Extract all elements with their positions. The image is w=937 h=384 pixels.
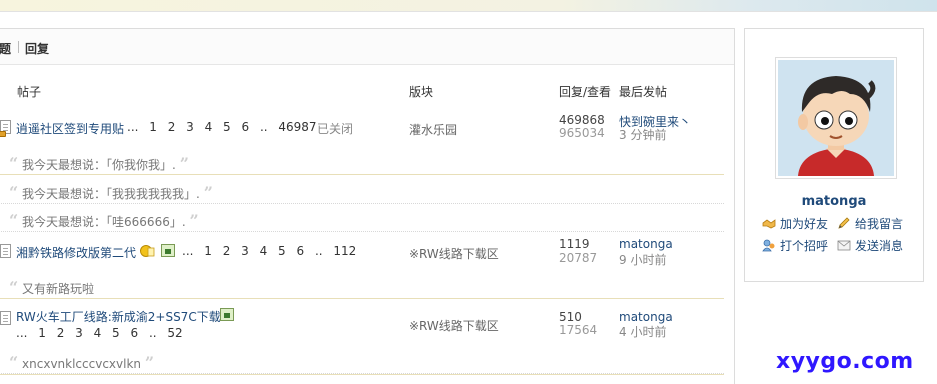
thread-view-count: 17564: [559, 323, 598, 337]
column-header-forum: 版块: [409, 85, 434, 99]
last-post-time[interactable]: 3 分钟前: [619, 126, 666, 143]
quote-text: 我今天最想说：「哇666666」.: [22, 215, 186, 229]
last-poster-link[interactable]: matonga: [619, 237, 673, 251]
avatar[interactable]: [775, 57, 897, 179]
pencil-icon: [838, 217, 850, 229]
row-divider: [0, 174, 724, 175]
last-post-time[interactable]: 9 小时前: [619, 251, 666, 268]
thread-reply-count: 510: [559, 310, 582, 324]
thread-document-icon: [0, 311, 11, 325]
column-header-thread: 帖子: [17, 85, 42, 99]
thread-pagination[interactable]: ... 1 2 3 4 5 6 .. 112: [182, 244, 356, 258]
thread-reply-count: 469868: [559, 113, 605, 127]
envelope-icon: [837, 240, 851, 251]
leave-message-button[interactable]: 给我留言: [837, 215, 903, 232]
thread-forum-link[interactable]: ※RW线路下载区: [409, 317, 499, 334]
greeting-icon: [762, 239, 775, 252]
tab-replies[interactable]: 回复: [25, 40, 49, 57]
open-quote-icon: “: [9, 278, 19, 297]
open-quote-icon: “: [9, 353, 19, 372]
thread-list-panel: 题 回复 帖子 版块 回复/查看 最后发帖 逍遥社区签到专用贴 ... 1 2 …: [0, 28, 735, 384]
tab-separator: [18, 41, 19, 53]
column-header-last-post: 最后发帖: [619, 85, 668, 99]
tab-bar: 题 回复: [0, 29, 734, 65]
thread-forum-link[interactable]: 灌水乐园: [409, 121, 457, 138]
column-header-stats: 回复/查看: [559, 85, 612, 99]
tab-threads[interactable]: 题: [0, 40, 11, 57]
thread-title-link[interactable]: 湘黔铁路修改版第二代: [16, 244, 136, 261]
thread-view-count: 965034: [559, 126, 605, 140]
quote-text: 我今天最想说：「我我我我我我」.: [22, 187, 200, 201]
lock-icon: [0, 131, 6, 137]
profile-card: matonga 加为好友 给我留言 打个招呼 发送消息: [744, 28, 924, 282]
row-divider: [0, 298, 724, 299]
open-quote-icon: “: [9, 211, 19, 230]
row-divider: [0, 374, 724, 375]
last-post-time[interactable]: 4 小时前: [619, 323, 666, 340]
close-quote-icon: ”: [144, 353, 155, 372]
quote-text: xncxvnklcccvcxvlkn: [22, 357, 142, 371]
close-quote-icon: ”: [203, 183, 213, 202]
send-message-button[interactable]: 发送消息: [837, 237, 903, 254]
thread-reply-count: 1119: [559, 237, 590, 251]
watermark-logo: xyygo.com: [776, 349, 914, 374]
reply-quote: “ 我今天最想说：「哇666666」. ”: [0, 204, 724, 232]
thread-title-link[interactable]: RW火车工厂线路:新成渝2+SS7C下载: [16, 308, 221, 325]
add-friend-button[interactable]: 加为好友: [762, 215, 828, 232]
close-quote-icon: ”: [189, 211, 199, 230]
image-attachment-icon: [161, 244, 175, 257]
open-quote-icon: “: [9, 154, 19, 173]
thread-view-count: 20787: [559, 251, 598, 265]
image-attachment-icon: [220, 308, 234, 321]
reply-quote: “ 我今天最想说：「你我你我」. ”: [0, 147, 724, 175]
thread-pagination[interactable]: ... 1 2 3 4 5 6 .. 52: [16, 326, 183, 340]
thread-forum-link[interactable]: ※RW线路下载区: [409, 245, 499, 262]
profile-username[interactable]: matonga: [745, 194, 923, 209]
reply-quote: “ xncxvnklcccvcxvlkn ”: [0, 346, 724, 374]
thread-title-link[interactable]: 逍遥社区签到专用贴: [16, 120, 124, 137]
reply-quote: “ 又有新路玩啦: [0, 271, 724, 299]
medal-icon: [140, 245, 155, 257]
quote-text: 我今天最想说：「你我你我」.: [22, 158, 176, 172]
say-hello-button[interactable]: 打个招呼: [762, 237, 828, 254]
top-banner-strip: [0, 0, 937, 11]
close-quote-icon: ”: [179, 154, 189, 173]
reply-quote: “ 我今天最想说：「我我我我我我」. ”: [0, 176, 724, 204]
top-divider: [0, 11, 937, 12]
quote-text: 又有新路玩啦: [22, 282, 95, 296]
handshake-icon: [762, 219, 776, 229]
avatar-image: [778, 60, 894, 176]
open-quote-icon: “: [9, 183, 19, 202]
thread-document-icon: [0, 244, 11, 258]
last-poster-link[interactable]: matonga: [619, 310, 673, 324]
thread-status: 已关闭: [317, 122, 354, 136]
thread-pagination[interactable]: ... 1 2 3 4 5 6 .. 46987: [127, 120, 317, 134]
